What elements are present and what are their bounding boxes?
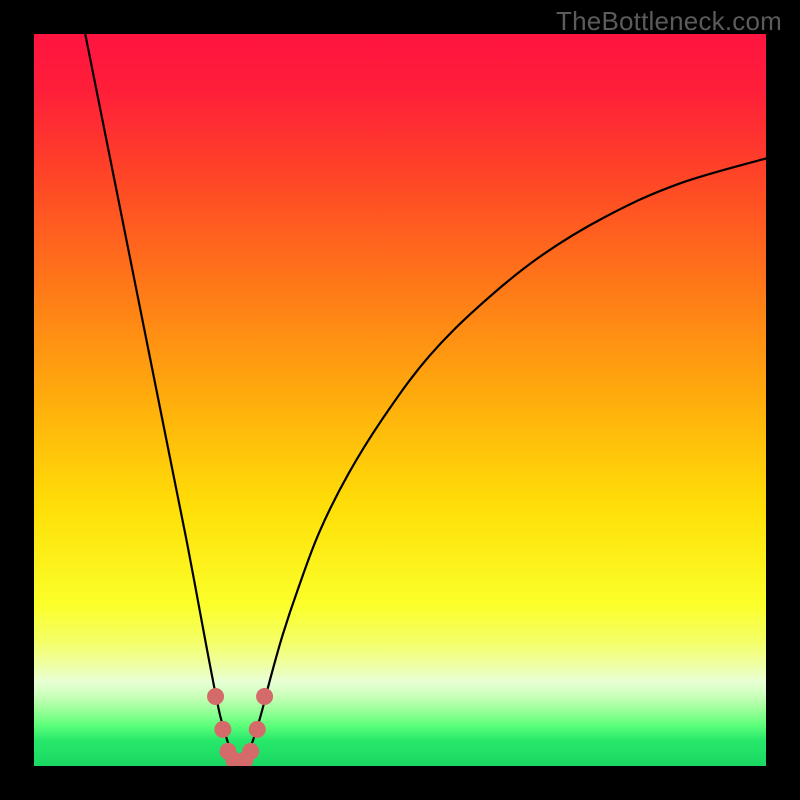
curve-marker [214,721,231,738]
curve-marker [256,688,273,705]
plot-area [34,34,766,766]
watermark-text: TheBottleneck.com [556,6,782,37]
gradient-background [34,34,766,766]
curve-marker [242,743,259,760]
curve-marker [249,721,266,738]
outer-frame: TheBottleneck.com [0,0,800,800]
curve-marker [207,688,224,705]
chart-svg [34,34,766,766]
